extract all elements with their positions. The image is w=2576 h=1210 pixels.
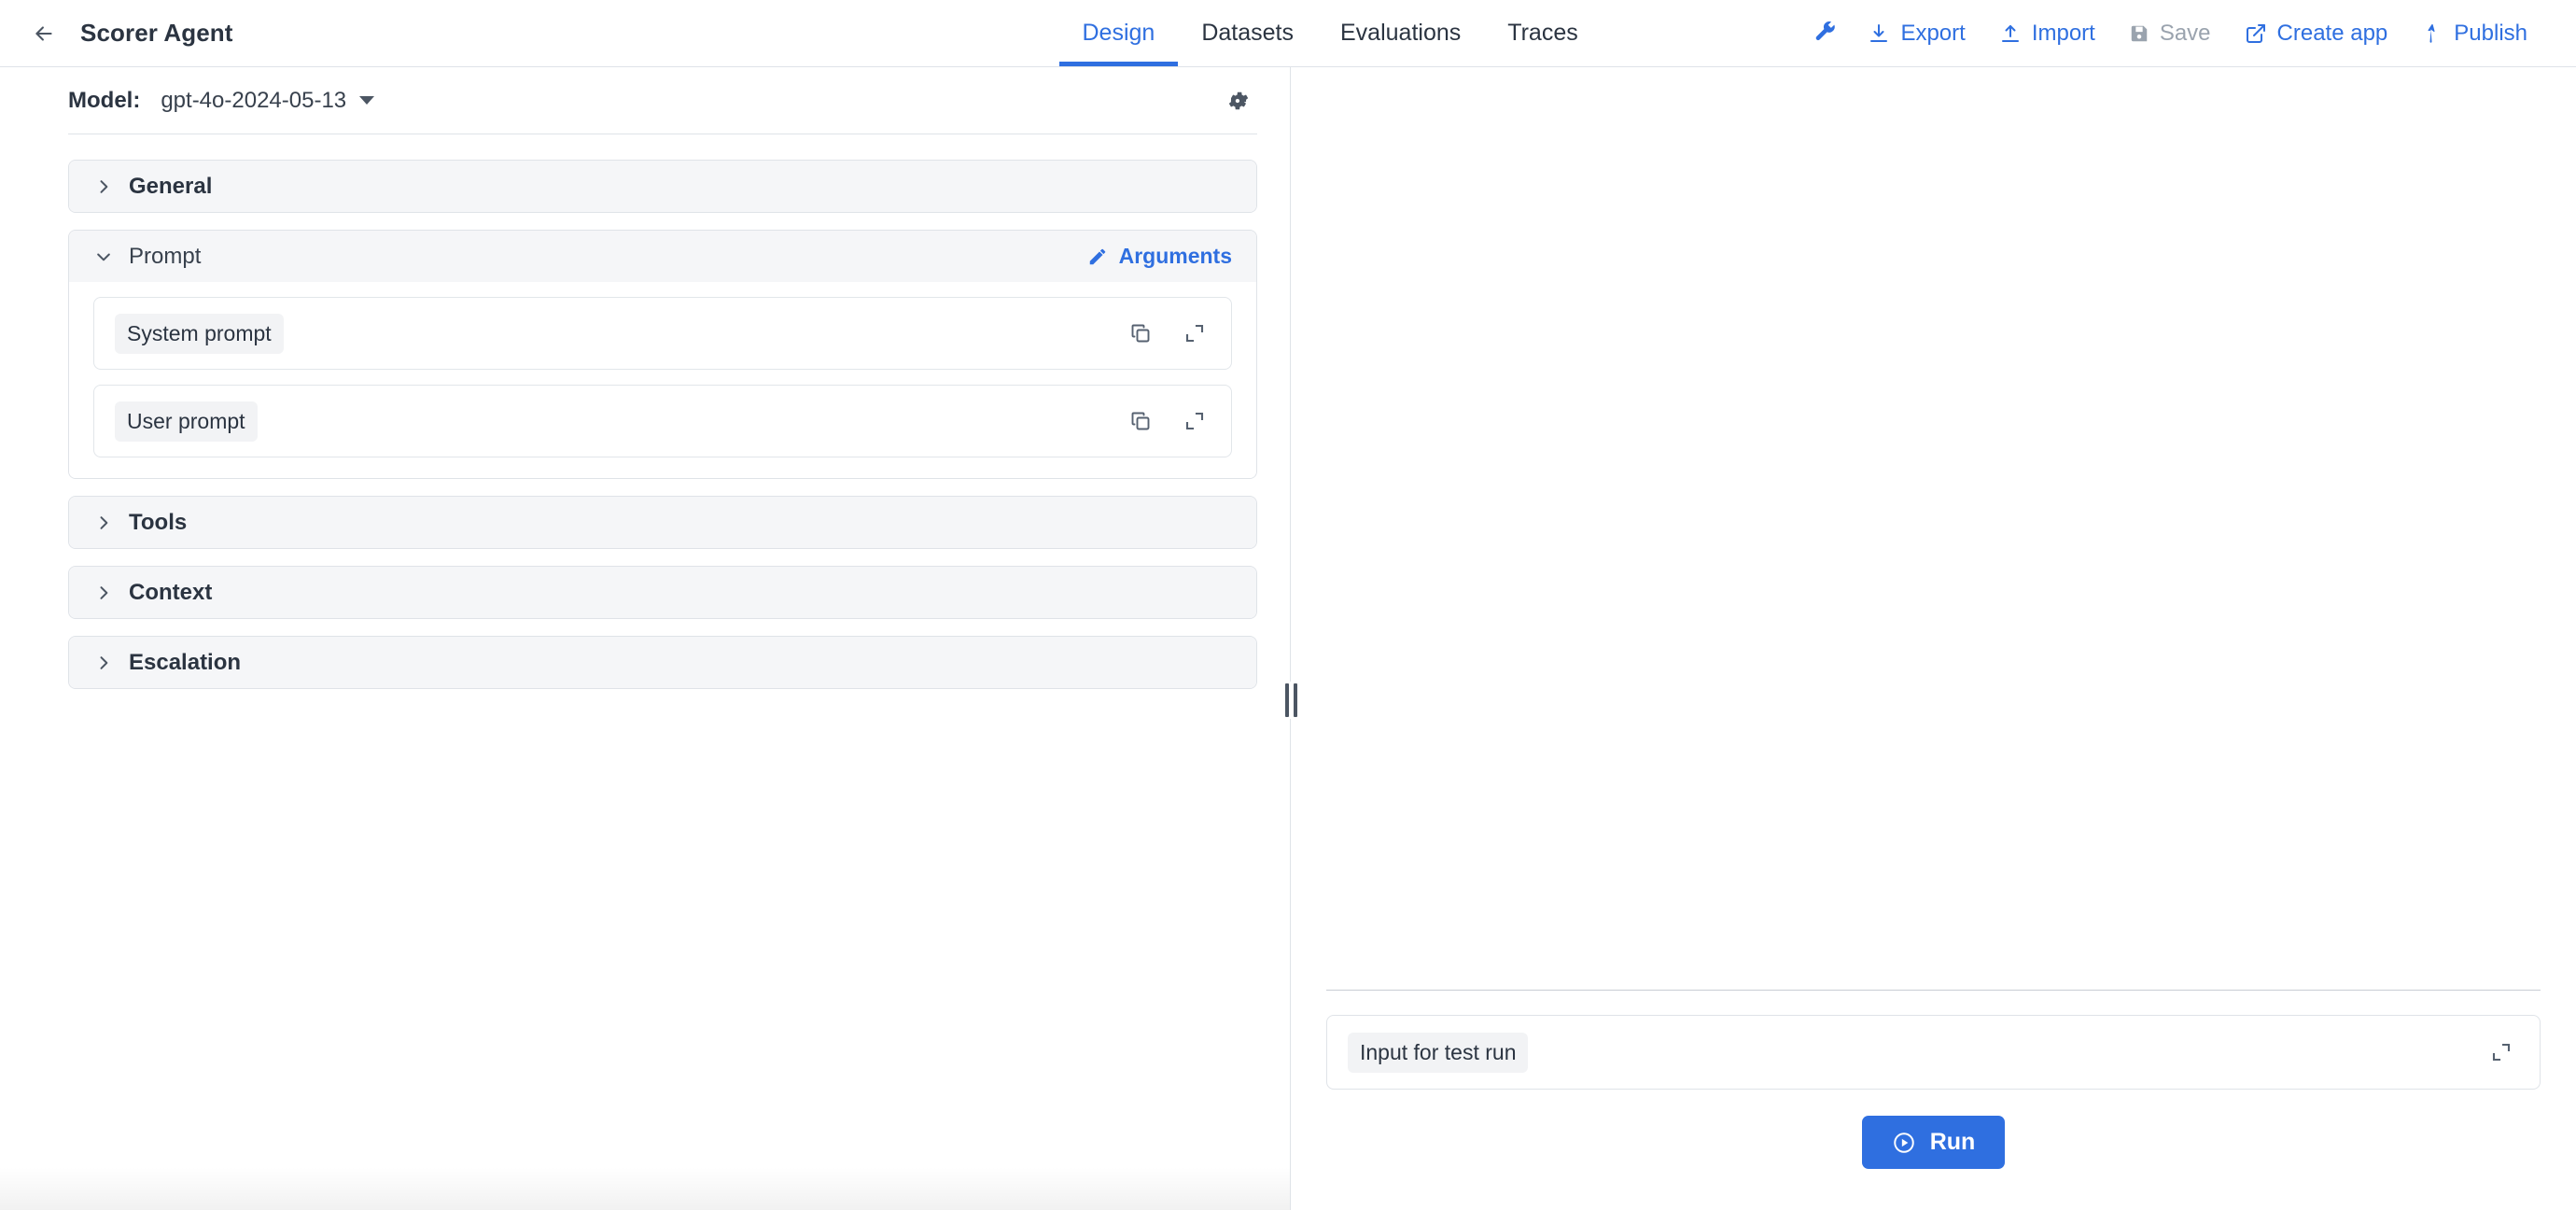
tab-traces[interactable]: Traces <box>1484 0 1601 66</box>
gear-icon <box>1228 91 1249 109</box>
tab-traces-label: Traces <box>1507 20 1578 46</box>
download-icon <box>1870 23 1888 42</box>
expand-icon[interactable] <box>1181 407 1209 435</box>
page-title: Scorer Agent <box>80 19 233 47</box>
section-prompt-header[interactable]: Prompt Arguments <box>69 231 1256 282</box>
arrow-left-icon <box>35 25 52 41</box>
tab-design-label: Design <box>1082 20 1155 46</box>
external-link-icon <box>2246 23 2265 43</box>
model-settings-button[interactable] <box>1220 82 1257 120</box>
section-tools-header[interactable]: Tools <box>69 497 1256 548</box>
tools-wrench-button[interactable] <box>1800 12 1851 55</box>
design-sections: General Prompt Arguments System prompt U… <box>0 134 1290 689</box>
section-escalation: Escalation <box>68 636 1257 689</box>
splitter-bar <box>1284 683 1289 717</box>
system-prompt-row[interactable]: System prompt <box>93 297 1232 370</box>
section-general-header[interactable]: General <box>69 161 1256 212</box>
run-button[interactable]: Run <box>1861 1116 2006 1169</box>
section-escalation-title: Escalation <box>129 649 242 675</box>
design-left-panel: Model: gpt-4o-2024-05-13 General Prompt … <box>0 67 1290 1210</box>
expand-icon[interactable] <box>2487 1038 2515 1066</box>
run-button-wrap: Run <box>1326 1116 2541 1169</box>
system-prompt-label: System prompt <box>115 313 284 354</box>
section-context-title: Context <box>129 579 213 605</box>
body-split: Model: gpt-4o-2024-05-13 General Prompt … <box>0 67 2576 1210</box>
model-select[interactable]: gpt-4o-2024-05-13 <box>161 87 375 114</box>
chevron-down-icon <box>359 96 375 105</box>
wrench-icon <box>1816 21 1836 40</box>
section-tools: Tools <box>68 496 1257 549</box>
arguments-label: Arguments <box>1118 244 1232 268</box>
section-prompt: Prompt Arguments System prompt User prom… <box>68 230 1257 479</box>
chevron-right-icon <box>93 176 114 197</box>
section-prompt-title: Prompt <box>129 243 202 269</box>
create-app-button[interactable]: Create app <box>2228 11 2405 56</box>
publish-label: Publish <box>2454 20 2527 46</box>
model-row: Model: gpt-4o-2024-05-13 <box>68 67 1257 134</box>
user-prompt-label: User prompt <box>115 401 258 442</box>
copy-icon[interactable] <box>1127 319 1155 347</box>
user-prompt-row[interactable]: User prompt <box>93 385 1232 457</box>
tab-design[interactable]: Design <box>1058 0 1179 66</box>
save-button[interactable]: Save <box>2112 11 2228 56</box>
chevron-right-icon <box>93 653 114 673</box>
export-button[interactable]: Export <box>1851 11 1981 56</box>
back-button[interactable] <box>28 18 60 49</box>
export-label: Export <box>1900 20 1966 46</box>
section-general: General <box>68 160 1257 213</box>
test-run-panel: Input for test run Run <box>1291 67 2576 1210</box>
run-area: Input for test run Run <box>1291 991 2576 1210</box>
section-tools-title: Tools <box>129 509 188 535</box>
save-label: Save <box>2159 20 2211 46</box>
import-label: Import <box>2031 20 2095 46</box>
main-tabs: Design Datasets Evaluations Traces <box>1058 0 1602 66</box>
pane-splitter-handle[interactable] <box>1282 682 1299 719</box>
save-disk-icon <box>2131 25 2148 41</box>
chevron-right-icon <box>93 513 114 533</box>
user-prompt-actions <box>1127 407 1209 435</box>
section-escalation-header[interactable]: Escalation <box>69 637 1256 688</box>
test-run-input-label: Input for test run <box>1348 1032 1529 1073</box>
section-context: Context <box>68 566 1257 619</box>
tab-datasets-label: Datasets <box>1201 20 1294 46</box>
test-run-output-area <box>1291 67 2576 990</box>
arguments-button[interactable]: Arguments <box>1084 238 1236 274</box>
publish-arrow-icon <box>2428 23 2435 43</box>
copy-icon[interactable] <box>1127 407 1155 435</box>
publish-button[interactable]: Publish <box>2404 11 2544 56</box>
play-circle-icon <box>1893 1132 1914 1153</box>
model-label: Model: <box>68 87 141 113</box>
header-left-group: Scorer Agent <box>0 0 233 66</box>
tab-evaluations-label: Evaluations <box>1340 20 1462 46</box>
upload-icon <box>2001 24 2019 42</box>
splitter-bar <box>1293 683 1297 717</box>
chevron-right-icon <box>93 583 114 603</box>
section-prompt-body: System prompt User prompt <box>69 282 1256 478</box>
chevron-down-icon <box>93 246 114 267</box>
import-button[interactable]: Import <box>1982 11 2112 56</box>
test-run-input[interactable]: Input for test run <box>1326 1015 2541 1090</box>
header-toolbar: Export Import Save Create app Publish <box>1800 0 2576 66</box>
create-app-label: Create app <box>2276 20 2388 46</box>
tab-datasets[interactable]: Datasets <box>1178 0 1317 66</box>
section-general-title: General <box>129 173 213 199</box>
expand-icon[interactable] <box>1181 319 1209 347</box>
system-prompt-actions <box>1127 319 1209 347</box>
model-select-value: gpt-4o-2024-05-13 <box>161 87 347 113</box>
run-button-label: Run <box>1929 1129 1976 1155</box>
pencil-icon <box>1089 248 1105 264</box>
section-context-header[interactable]: Context <box>69 567 1256 618</box>
tab-evaluations[interactable]: Evaluations <box>1317 0 1484 66</box>
top-bar: Scorer Agent Design Datasets Evaluations… <box>0 0 2576 67</box>
